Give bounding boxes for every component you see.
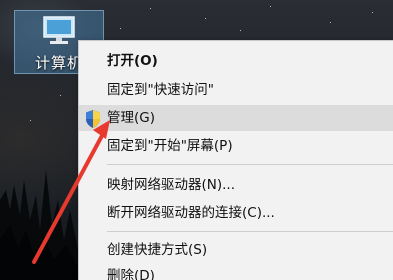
menu-item-pin-start[interactable]: 固定到"开始"屏幕(P) <box>79 133 393 159</box>
star <box>150 8 151 9</box>
star <box>205 18 206 19</box>
computer-icon <box>43 16 75 44</box>
menu-item-label: 断开网络驱动器的连接(C)... <box>107 205 275 221</box>
menu-item-label: 固定到"快速访问" <box>107 82 214 98</box>
star <box>372 12 373 13</box>
star <box>330 22 331 23</box>
menu-item-label: 打开(O) <box>107 53 158 69</box>
menu-item-label: 固定到"开始"屏幕(P) <box>107 138 233 154</box>
menu-item-map-network-drive[interactable]: 映射网络驱动器(N)... <box>79 172 393 198</box>
star <box>270 6 271 7</box>
star <box>30 120 31 121</box>
star <box>120 28 121 29</box>
menu-separator <box>107 164 393 165</box>
star <box>60 95 61 96</box>
menu-item-create-shortcut[interactable]: 创建快捷方式(S) <box>79 237 393 263</box>
menu-item-label: 映射网络驱动器(N)... <box>107 177 236 193</box>
menu-item-pin-quick-access[interactable]: 固定到"快速访问" <box>79 77 393 103</box>
uac-shield-icon <box>86 110 100 128</box>
menu-item-delete[interactable]: 删除(D) <box>79 263 393 280</box>
context-menu: 打开(O) 固定到"快速访问" 管理(G) 固定到"开始"屏幕(P) 映射网络驱… <box>78 40 393 280</box>
menu-item-disconnect-network-drive[interactable]: 断开网络驱动器的连接(C)... <box>79 200 393 226</box>
menu-item-manage[interactable]: 管理(G) <box>79 105 393 131</box>
menu-item-label: 删除(D) <box>107 268 155 280</box>
desktop: 计算机 打开(O) 固定到"快速访问" 管理(G) 固定到"开始"屏幕(P) 映… <box>0 0 393 280</box>
star <box>240 30 241 31</box>
menu-item-label: 管理(G) <box>107 110 155 126</box>
menu-separator <box>107 231 393 232</box>
menu-item-label: 创建快捷方式(S) <box>107 242 208 258</box>
menu-item-open[interactable]: 打开(O) <box>79 48 393 74</box>
